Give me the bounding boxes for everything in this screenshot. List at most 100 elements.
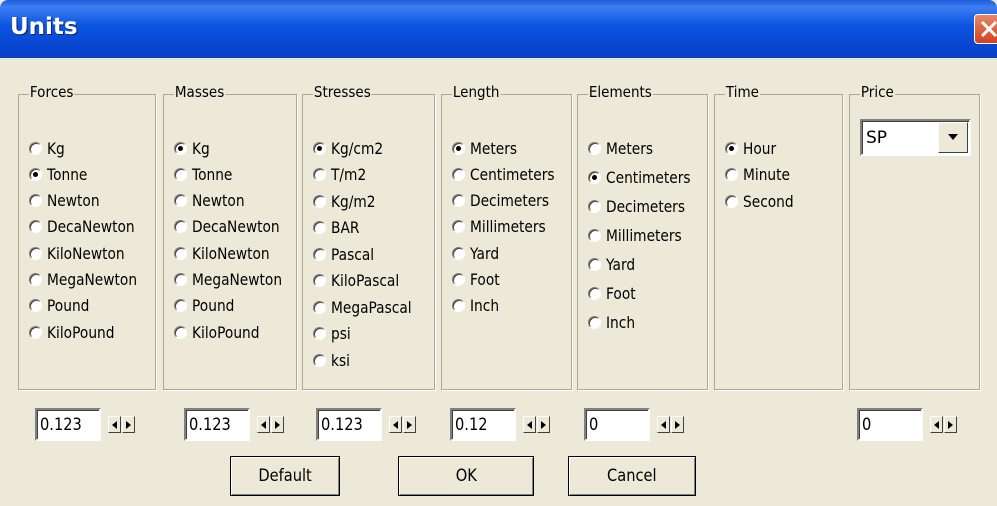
masses-option-decanewton[interactable]: DecaNewton [174, 214, 294, 240]
elements-option-foot[interactable]: Foot [588, 280, 640, 306]
masses-precision-input[interactable]: 0.123 [184, 408, 250, 441]
radio-button[interactable] [725, 194, 738, 208]
elements-precision-input[interactable]: 0 [584, 408, 650, 441]
radio-button[interactable] [29, 325, 42, 339]
radio-button[interactable] [588, 257, 601, 271]
radio-button[interactable] [313, 327, 326, 340]
radio-button[interactable] [588, 286, 601, 300]
elements-option-inch[interactable]: Inch [588, 309, 640, 335]
radio-button[interactable] [588, 199, 601, 213]
radio-button[interactable] [174, 220, 187, 234]
radio-button[interactable] [174, 273, 187, 286]
radio-button[interactable] [452, 299, 465, 313]
radio-button[interactable] [29, 194, 42, 208]
length-option-inch[interactable]: Inch [452, 293, 504, 319]
masses-option-meganewton[interactable]: MegaNewton [174, 267, 297, 293]
spin-left-button[interactable] [657, 416, 670, 433]
radio-button[interactable] [588, 170, 601, 184]
forces-option-meganewton[interactable]: MegaNewton [29, 267, 152, 293]
radio-button[interactable] [29, 167, 42, 181]
spin-right-button[interactable] [671, 416, 684, 433]
stresses-option-t-m2[interactable]: T/m2 [313, 162, 372, 188]
spin-left-button[interactable] [930, 416, 943, 433]
radio-button[interactable] [313, 300, 326, 314]
spin-right-button[interactable] [944, 416, 957, 433]
forces-option-pound[interactable]: Pound [29, 293, 96, 319]
elements-option-centimeters[interactable]: Centimeters [588, 164, 704, 190]
spin-left-button[interactable] [389, 416, 402, 433]
length-option-yard[interactable]: Yard [452, 240, 504, 266]
spin-right-button[interactable] [537, 416, 550, 433]
radio-button[interactable] [313, 247, 326, 261]
radio-button[interactable] [588, 228, 601, 242]
radio-button[interactable] [452, 141, 465, 155]
stresses-option-megapascal[interactable]: MegaPascal [313, 294, 425, 320]
forces-option-tonne[interactable]: Tonne [29, 161, 94, 187]
forces-option-newton[interactable]: Newton [29, 188, 108, 214]
length-option-decimeters[interactable]: Decimeters [452, 188, 562, 214]
cancel-button[interactable]: Cancel [568, 456, 696, 496]
stresses-precision-input[interactable]: 0.123 [316, 408, 382, 441]
radio-button[interactable] [174, 167, 187, 181]
length-option-foot[interactable]: Foot [452, 267, 504, 293]
radio-button[interactable] [313, 141, 326, 155]
masses-option-newton[interactable]: Newton [174, 188, 253, 214]
length-option-millimeters[interactable]: Millimeters [452, 214, 558, 240]
title-bar[interactable]: Units [0, 0, 997, 58]
radio-button[interactable] [174, 299, 187, 313]
radio-button[interactable] [174, 246, 187, 260]
masses-option-tonne[interactable]: Tonne [174, 161, 239, 187]
spin-left-button[interactable] [108, 416, 121, 433]
radio-button[interactable] [29, 273, 42, 286]
forces-option-kilonewton[interactable]: KiloNewton [29, 240, 137, 266]
spin-right-button[interactable] [271, 416, 284, 433]
stresses-option-psi[interactable]: psi [313, 321, 354, 347]
ok-button[interactable]: OK [398, 456, 534, 496]
forces-option-decanewton[interactable]: DecaNewton [29, 214, 149, 240]
radio-button[interactable] [29, 246, 42, 260]
length-option-meters[interactable]: Meters [452, 135, 525, 161]
forces-precision-input[interactable]: 0.123 [35, 408, 101, 441]
forces-option-kg[interactable]: Kg [29, 135, 68, 161]
length-precision-input[interactable]: 0.12 [450, 408, 516, 441]
radio-button[interactable] [313, 168, 326, 181]
spin-right-button[interactable] [122, 416, 135, 433]
forces-option-kilopound[interactable]: KiloPound [29, 319, 125, 345]
radio-button[interactable] [313, 274, 326, 287]
radio-button[interactable] [313, 353, 326, 367]
stresses-option-kg-m2[interactable]: Kg/m2 [313, 188, 383, 214]
time-option-minute[interactable]: Minute [725, 162, 798, 188]
radio-button[interactable] [452, 167, 465, 181]
spin-right-button[interactable] [403, 416, 416, 433]
radio-button[interactable] [29, 141, 42, 155]
time-option-hour[interactable]: Hour [725, 135, 782, 161]
stresses-option-kilopascal[interactable]: KiloPascal [313, 268, 410, 294]
masses-option-kg[interactable]: Kg [174, 135, 213, 161]
radio-button[interactable] [452, 194, 465, 208]
spin-left-button[interactable] [257, 416, 270, 433]
masses-option-kilonewton[interactable]: KiloNewton [174, 240, 282, 266]
length-option-centimeters[interactable]: Centimeters [452, 161, 568, 187]
radio-button[interactable] [174, 141, 187, 155]
stresses-option-ksi[interactable]: ksi [313, 347, 353, 373]
radio-button[interactable] [452, 246, 465, 260]
radio-button[interactable] [174, 325, 187, 339]
stresses-option-pascal[interactable]: Pascal [313, 241, 381, 267]
radio-button[interactable] [725, 141, 738, 155]
spin-left-button[interactable] [523, 416, 536, 433]
radio-button[interactable] [174, 194, 187, 208]
elements-option-yard[interactable]: Yard [588, 251, 640, 277]
elements-option-millimeters[interactable]: Millimeters [588, 222, 694, 248]
radio-button[interactable] [452, 220, 465, 234]
radio-button[interactable] [29, 299, 42, 313]
radio-button[interactable] [29, 220, 42, 234]
radio-button[interactable] [588, 315, 601, 329]
radio-button[interactable] [588, 141, 601, 155]
masses-option-pound[interactable]: Pound [174, 293, 241, 319]
radio-button[interactable] [452, 273, 465, 286]
price-precision-input[interactable]: 0 [857, 408, 923, 441]
elements-option-meters[interactable]: Meters [588, 135, 661, 161]
price-dropdown-button[interactable] [938, 122, 968, 153]
default-button[interactable]: Default [230, 456, 340, 496]
price-select[interactable]: SP [860, 119, 971, 156]
